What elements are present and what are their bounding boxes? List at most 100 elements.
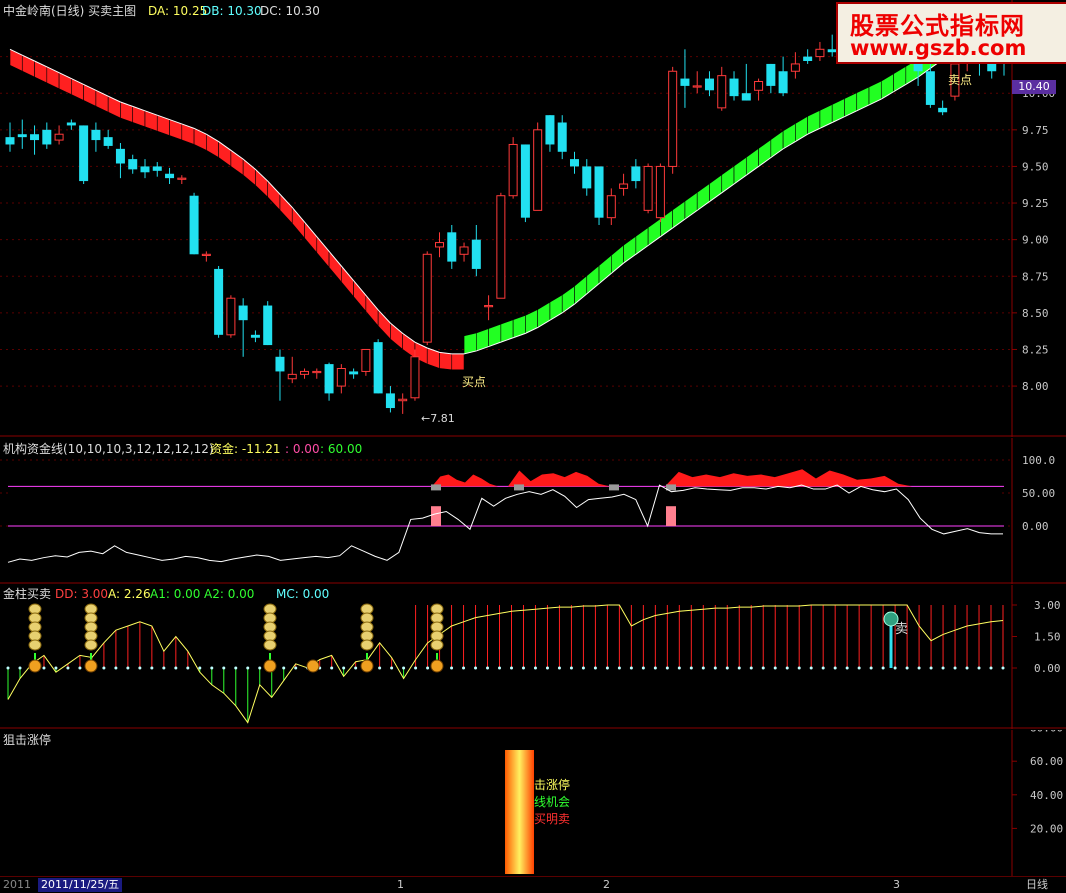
candle-body — [987, 63, 997, 72]
trend-band-segment — [132, 105, 146, 128]
year-label: 2011 — [3, 878, 31, 891]
gold-pillar-pane[interactable]: 3.00 1.50 0.00 金柱买卖 DD: 3.00 A: 2.26 A1: 0… — [0, 585, 1066, 729]
trend-band-segment — [844, 92, 858, 118]
snipe-text-2: 线机会 — [534, 795, 571, 809]
snipe-title: 狙击涨停 — [3, 733, 52, 747]
candlestick-chart[interactable]: 10.2510.009.759.509.259.008.758.508.258.… — [0, 0, 1066, 437]
gold-tick-label: 1.50 — [1034, 631, 1061, 644]
gold-zero-dot — [210, 666, 214, 670]
candle-body — [938, 107, 948, 113]
gold-coin-icon — [360, 639, 374, 651]
trend-band-segment — [868, 80, 882, 106]
gold-zero-dot — [569, 666, 573, 670]
fund-v3: : 60.00 — [320, 442, 363, 456]
price-tick-label: 8.00 — [1022, 380, 1049, 393]
gold-base-icon — [306, 659, 320, 673]
fund-tick-label: 100.0 — [1022, 454, 1055, 467]
gold-zero-dot — [833, 666, 837, 670]
gold-zero-dot — [474, 666, 478, 670]
fund-red-area — [665, 469, 912, 487]
candle-body — [115, 148, 125, 164]
candle-body — [704, 78, 714, 91]
fund-gray-marker — [514, 484, 524, 491]
gold-zero-dot — [18, 666, 22, 670]
gold-zero-dot — [845, 666, 849, 670]
snipe-tick-label: 60.00 — [1030, 755, 1063, 768]
price-tick-label: 8.25 — [1022, 343, 1049, 356]
gold-zero-dot — [342, 666, 346, 670]
gold-zero-dot — [773, 666, 777, 670]
candle-body — [336, 368, 346, 387]
gold-zero-dot — [989, 666, 993, 670]
trend-band-segment — [451, 353, 465, 371]
gold-sell-text: 卖 — [895, 622, 909, 637]
gold-zero-dot — [881, 666, 885, 670]
trend-band-segment — [291, 206, 305, 239]
gold-coin-icon — [84, 639, 98, 651]
candle-body — [361, 348, 371, 372]
candle-body — [152, 166, 162, 171]
trend-band-segment — [181, 123, 195, 145]
gold-zero-dot — [426, 666, 430, 670]
gold-zero-dot — [390, 666, 394, 670]
gold-zero-dot — [629, 666, 633, 670]
candle-body — [128, 159, 138, 170]
da-value: DA: 10.25 — [148, 4, 208, 18]
gold-zero-dot — [977, 666, 981, 670]
gold-zero-dot — [138, 666, 142, 670]
gold-zero-dot — [222, 666, 226, 670]
dc-value: DC: 10.30 — [260, 4, 320, 18]
candle-body — [54, 133, 64, 141]
trend-band-segment — [611, 244, 624, 274]
price-tick-label: 9.75 — [1022, 124, 1049, 137]
current-price-badge: 10.40 — [1012, 80, 1056, 94]
trend-band-segment — [574, 275, 588, 305]
candle-body — [680, 78, 690, 86]
candle-body — [165, 173, 175, 179]
trend-band-segment — [831, 98, 845, 123]
candle-body — [79, 125, 89, 182]
gold-zero-dot — [653, 666, 657, 670]
gold-zero-dot — [905, 666, 909, 670]
gold-zero-dot — [809, 666, 813, 670]
candle-body — [803, 56, 813, 61]
limit-up-pane[interactable]: 80.00 60.00 40.00 20.00 狙击涨停 击涨停 线机会 买明卖 — [0, 730, 1066, 876]
trend-band-segment — [390, 322, 403, 350]
gold-dd: DD: 3.00 — [55, 587, 109, 601]
gold-zero-dot — [414, 666, 418, 670]
gold-pillar-chart[interactable]: 3.00 1.50 0.00 — [0, 585, 1066, 729]
gold-zero-dot — [941, 666, 945, 670]
candle-body — [177, 177, 187, 180]
gold-zero-dot — [330, 666, 334, 670]
cursor-date: 2011/11/25/五 — [38, 878, 123, 892]
fund-line-pane[interactable]: 100.0 50.00 0.00 机构资金线(10,10,10,3,12,12,12… — [0, 438, 1066, 584]
gold-zero-dot — [893, 666, 897, 670]
candle-body — [5, 137, 15, 145]
main-chart-pane[interactable]: 10.2510.009.759.509.259.008.758.508.258.… — [0, 0, 1066, 437]
gold-zero-dot — [965, 666, 969, 670]
gold-zero-dot — [102, 666, 106, 670]
candle-body — [717, 75, 727, 109]
sell-point-label: 卖点 — [948, 73, 973, 87]
db-value: DB: 10.30 — [202, 4, 262, 18]
trend-band-segment — [586, 264, 600, 295]
gold-zero-dot — [749, 666, 753, 670]
fund-line-chart[interactable]: 100.0 50.00 0.00 — [0, 438, 1066, 584]
gold-coin-icon — [430, 639, 444, 651]
limit-up-chart[interactable]: 80.00 60.00 40.00 20.00 — [0, 730, 1066, 876]
gold-zero-dot — [198, 666, 202, 670]
candle-body — [925, 71, 935, 105]
candle-body — [300, 370, 310, 375]
candle-body — [582, 166, 592, 189]
gold-zero-dot — [486, 666, 490, 670]
candle-body — [385, 393, 395, 409]
candle-body — [238, 305, 248, 321]
candle-body — [754, 81, 764, 91]
fund-value: 资金: -11.21 — [210, 442, 281, 456]
period-label[interactable]: 日线 — [1026, 878, 1048, 892]
candle-body — [275, 356, 285, 372]
candle-body — [594, 166, 604, 218]
date-axis-bar: 2011 2011/11/25/五 1 2 3 日线 — [0, 876, 1066, 893]
candle-body — [668, 70, 678, 167]
gold-zero-dot — [533, 666, 537, 670]
